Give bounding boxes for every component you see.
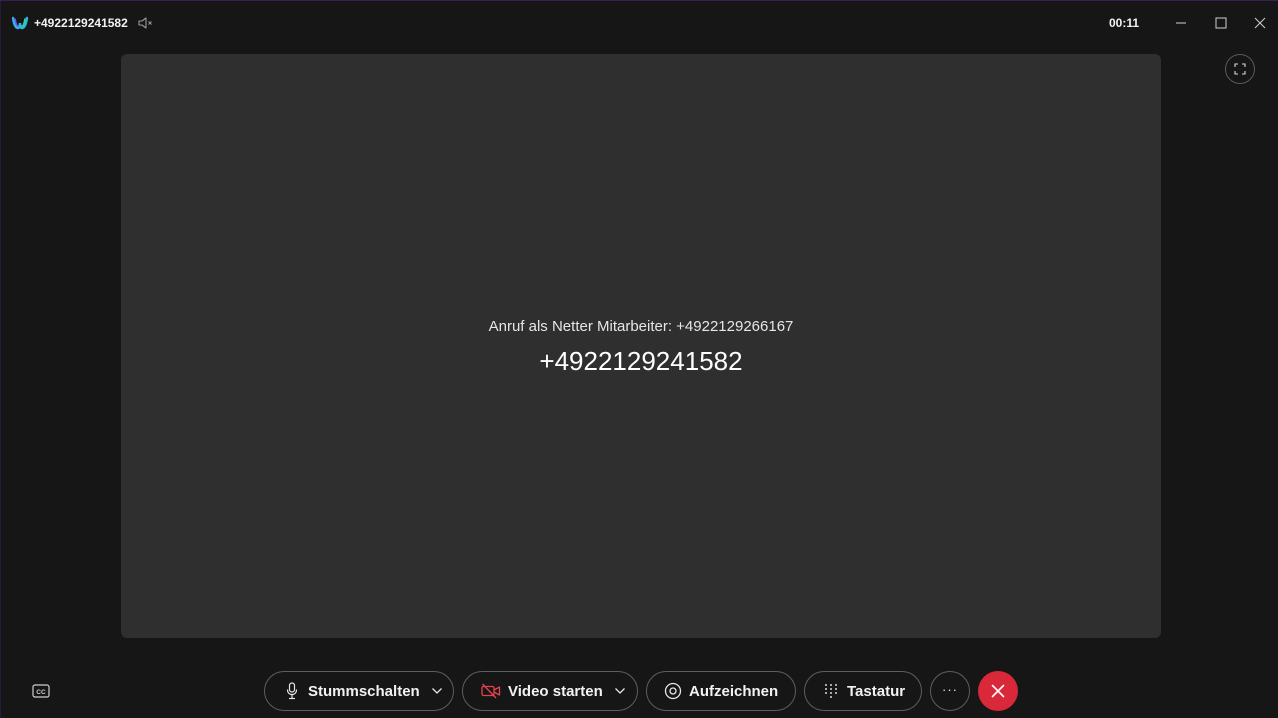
video-off-icon <box>481 683 501 699</box>
more-options-button[interactable]: ··· <box>930 671 970 711</box>
close-icon <box>991 684 1005 698</box>
maximize-icon <box>1215 17 1227 29</box>
close-window-button[interactable] <box>1249 12 1271 34</box>
minimize-button[interactable] <box>1170 12 1192 34</box>
mute-label: Stummschalten <box>308 682 420 700</box>
chevron-down-icon[interactable] <box>614 687 626 695</box>
calling-as-label: Anruf als Netter Mitarbeiter: +492212926… <box>488 318 794 335</box>
window-title: +4922129241582 <box>34 16 128 30</box>
closed-captions-button[interactable]: CC <box>31 683 51 699</box>
start-video-label: Video starten <box>508 682 603 700</box>
minimize-icon <box>1176 22 1186 24</box>
call-window: +4922129241582 00:11 Anruf als Netter Mi… <box>0 0 1278 718</box>
keypad-button[interactable]: Tastatur <box>804 671 922 711</box>
keypad-label: Tastatur <box>847 682 906 700</box>
svg-text:CC: CC <box>36 689 46 696</box>
end-call-button[interactable] <box>978 671 1018 711</box>
maximize-button[interactable] <box>1210 12 1232 34</box>
keypad-icon <box>824 683 838 699</box>
title-bar: +4922129241582 00:11 <box>0 0 1278 46</box>
record-icon <box>664 682 682 700</box>
start-video-button[interactable]: Video starten <box>462 671 638 711</box>
fullscreen-button[interactable] <box>1225 54 1255 84</box>
call-timer: 00:11 <box>1109 16 1140 30</box>
mute-button[interactable]: Stummschalten <box>264 671 454 711</box>
chevron-down-icon[interactable] <box>431 687 443 695</box>
speaker-muted-icon[interactable] <box>137 15 153 31</box>
remote-number: +4922129241582 <box>539 346 743 376</box>
fullscreen-icon <box>1234 63 1246 75</box>
webex-logo-icon <box>11 16 29 30</box>
close-icon <box>1254 17 1266 29</box>
record-label: Aufzeichnen <box>689 682 779 700</box>
closed-captions-icon: CC <box>32 684 50 698</box>
more-options-label: ··· <box>942 681 958 697</box>
record-button[interactable]: Aufzeichnen <box>646 671 796 711</box>
microphone-icon <box>285 682 299 700</box>
call-stage: Anruf als Netter Mitarbeiter: +492212926… <box>121 54 1161 638</box>
